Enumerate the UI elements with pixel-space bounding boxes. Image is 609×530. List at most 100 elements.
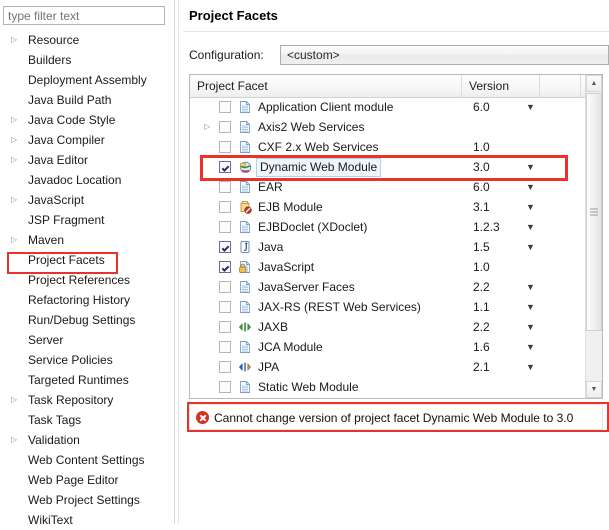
sidebar-item-java-build-path[interactable]: Java Build Path [0, 90, 178, 110]
chevron-down-icon[interactable]: ▼ [526, 177, 535, 197]
chevron-right-icon[interactable]: ▷ [11, 430, 17, 450]
table-row[interactable]: EAR 6.0 ▼ [190, 177, 581, 197]
sidebar-item-task-tags[interactable]: Task Tags [0, 410, 178, 430]
column-header-project-facet[interactable]: Project Facet [190, 75, 462, 97]
facet-version: 2.1 [473, 360, 490, 374]
chevron-down-icon[interactable]: ▼ [526, 217, 535, 237]
table-row[interactable]: Dynamic Web Module 3.0 ▼ [190, 157, 581, 177]
facet-checkbox[interactable] [219, 361, 231, 373]
facet-checkbox[interactable] [219, 241, 231, 253]
facet-version: 2.2 [473, 320, 490, 334]
table-row[interactable]: JCA Module 1.6 ▼ [190, 337, 581, 357]
table-row[interactable]: EJB Module 3.1 ▼ [190, 197, 581, 217]
sidebar-item-project-facets[interactable]: Project Facets [0, 250, 178, 270]
table-row[interactable]: Java 1.5 ▼ [190, 237, 581, 257]
column-header-blank[interactable] [540, 75, 581, 97]
sidebar-item-label: Refactoring History [28, 293, 131, 307]
table-row[interactable]: CXF 2.x Web Services 1.0 [190, 137, 581, 157]
filter-text-input[interactable] [3, 6, 165, 25]
sidebar-item-builders[interactable]: Builders [0, 50, 178, 70]
sidebar-item-server[interactable]: Server [0, 330, 178, 350]
sidebar-item-jsp-fragment[interactable]: JSP Fragment [0, 210, 178, 230]
sidebar-item-label: Project References [28, 273, 131, 287]
chevron-down-icon[interactable]: ▼ [526, 97, 535, 117]
scrollbar-thumb[interactable] [586, 93, 602, 331]
table-row[interactable]: JavaScript 1.0 [190, 257, 581, 277]
chevron-right-icon[interactable]: ▷ [11, 110, 17, 130]
sidebar-item-validation[interactable]: ▷ Validation [0, 430, 178, 450]
sidebar-item-java-code-style[interactable]: ▷ Java Code Style [0, 110, 178, 130]
configuration-combo[interactable]: <custom> [280, 45, 609, 65]
sidebar-item-resource[interactable]: ▷ Resource [0, 30, 178, 50]
sidebar-item-label: Validation [28, 433, 80, 447]
table-vertical-scrollbar[interactable]: ▲ ▼ [585, 75, 602, 398]
chevron-down-icon[interactable]: ▼ [526, 237, 535, 257]
sidebar-item-javadoc-location[interactable]: Javadoc Location [0, 170, 178, 190]
facet-checkbox[interactable] [219, 141, 231, 153]
chevron-right-icon[interactable]: ▷ [11, 130, 17, 150]
sidebar-item-project-references[interactable]: Project References [0, 270, 178, 290]
table-row[interactable]: EJBDoclet (XDoclet) 1.2.3 ▼ [190, 217, 581, 237]
chevron-right-icon[interactable]: ▷ [11, 230, 17, 250]
facet-name: JAX-RS (REST Web Services) [258, 300, 421, 314]
chevron-down-icon[interactable]: ▼ [526, 157, 535, 177]
facet-checkbox[interactable] [219, 281, 231, 293]
table-row[interactable]: JAXB 2.2 ▼ [190, 317, 581, 337]
chevron-down-icon[interactable]: ▼ [526, 197, 535, 217]
chevron-right-icon[interactable]: ▷ [11, 30, 17, 50]
table-row[interactable]: Static Web Module [190, 377, 581, 397]
facet-checkbox[interactable] [219, 381, 231, 393]
facet-checkbox[interactable] [219, 261, 231, 273]
chevron-down-icon[interactable]: ▼ [526, 357, 535, 377]
sidebar-item-deployment-assembly[interactable]: Deployment Assembly [0, 70, 178, 90]
facet-checkbox[interactable] [219, 181, 231, 193]
sidebar-item-maven[interactable]: ▷ Maven [0, 230, 178, 250]
chevron-right-icon[interactable]: ▷ [11, 390, 17, 410]
facet-name: EAR [258, 180, 283, 194]
sidebar-item-run-debug-settings[interactable]: Run/Debug Settings [0, 310, 178, 330]
sidebar-item-javascript[interactable]: ▷ JavaScript [0, 190, 178, 210]
scroll-up-arrow-icon[interactable]: ▲ [586, 75, 602, 92]
chevron-right-icon[interactable]: ▷ [204, 117, 210, 137]
sidebar-item-web-content-settings[interactable]: Web Content Settings [0, 450, 178, 470]
table-row[interactable]: JAX-RS (REST Web Services) 1.1 ▼ [190, 297, 581, 317]
sidebar-item-wikitext[interactable]: WikiText [0, 510, 178, 530]
chevron-right-icon[interactable]: ▷ [11, 150, 17, 170]
sidebar-item-targeted-runtimes[interactable]: Targeted Runtimes [0, 370, 178, 390]
table-row[interactable]: JPA 2.1 ▼ [190, 357, 581, 377]
facet-checkbox[interactable] [219, 321, 231, 333]
table-row[interactable]: Application Client module 6.0 ▼ [190, 97, 581, 117]
sidebar-item-task-repository[interactable]: ▷ Task Repository [0, 390, 178, 410]
column-header-version[interactable]: Version [462, 75, 540, 97]
chevron-down-icon[interactable]: ▼ [526, 297, 535, 317]
table-row[interactable]: JavaServer Faces 2.2 ▼ [190, 277, 581, 297]
facet-checkbox[interactable] [219, 161, 231, 173]
facet-version: 2.2 [473, 280, 490, 294]
table-row[interactable]: ▷ Axis2 Web Services [190, 117, 581, 137]
configuration-label: Configuration: [189, 48, 264, 62]
facet-version: 1.0 [473, 260, 490, 274]
sidebar-item-java-editor[interactable]: ▷ Java Editor [0, 150, 178, 170]
sidebar-item-web-page-editor[interactable]: Web Page Editor [0, 470, 178, 490]
facet-checkbox[interactable] [219, 341, 231, 353]
chevron-down-icon[interactable]: ▼ [526, 277, 535, 297]
facet-checkbox[interactable] [219, 201, 231, 213]
chevron-down-icon[interactable]: ▼ [526, 337, 535, 357]
facet-checkbox[interactable] [219, 301, 231, 313]
facet-name: EJBDoclet (XDoclet) [258, 220, 368, 234]
sidebar-item-label: JavaScript [28, 193, 85, 207]
sidebar-item-java-compiler[interactable]: ▷ Java Compiler [0, 130, 178, 150]
facet-checkbox[interactable] [219, 121, 231, 133]
sidebar-item-label: Java Build Path [28, 93, 112, 107]
chevron-down-icon[interactable]: ▼ [526, 317, 535, 337]
sidebar-item-web-project-settings[interactable]: Web Project Settings [0, 490, 178, 510]
sidebar-item-service-policies[interactable]: Service Policies [0, 350, 178, 370]
facet-checkbox[interactable] [219, 221, 231, 233]
scroll-down-arrow-icon[interactable]: ▼ [586, 381, 602, 398]
chevron-right-icon[interactable]: ▷ [11, 190, 17, 210]
title-divider [183, 31, 609, 32]
facet-name: JCA Module [258, 340, 323, 354]
facet-checkbox[interactable] [219, 101, 231, 113]
sidebar-item-refactoring-history[interactable]: Refactoring History [0, 290, 178, 310]
sidebar-item-label: Java Editor [28, 153, 89, 167]
